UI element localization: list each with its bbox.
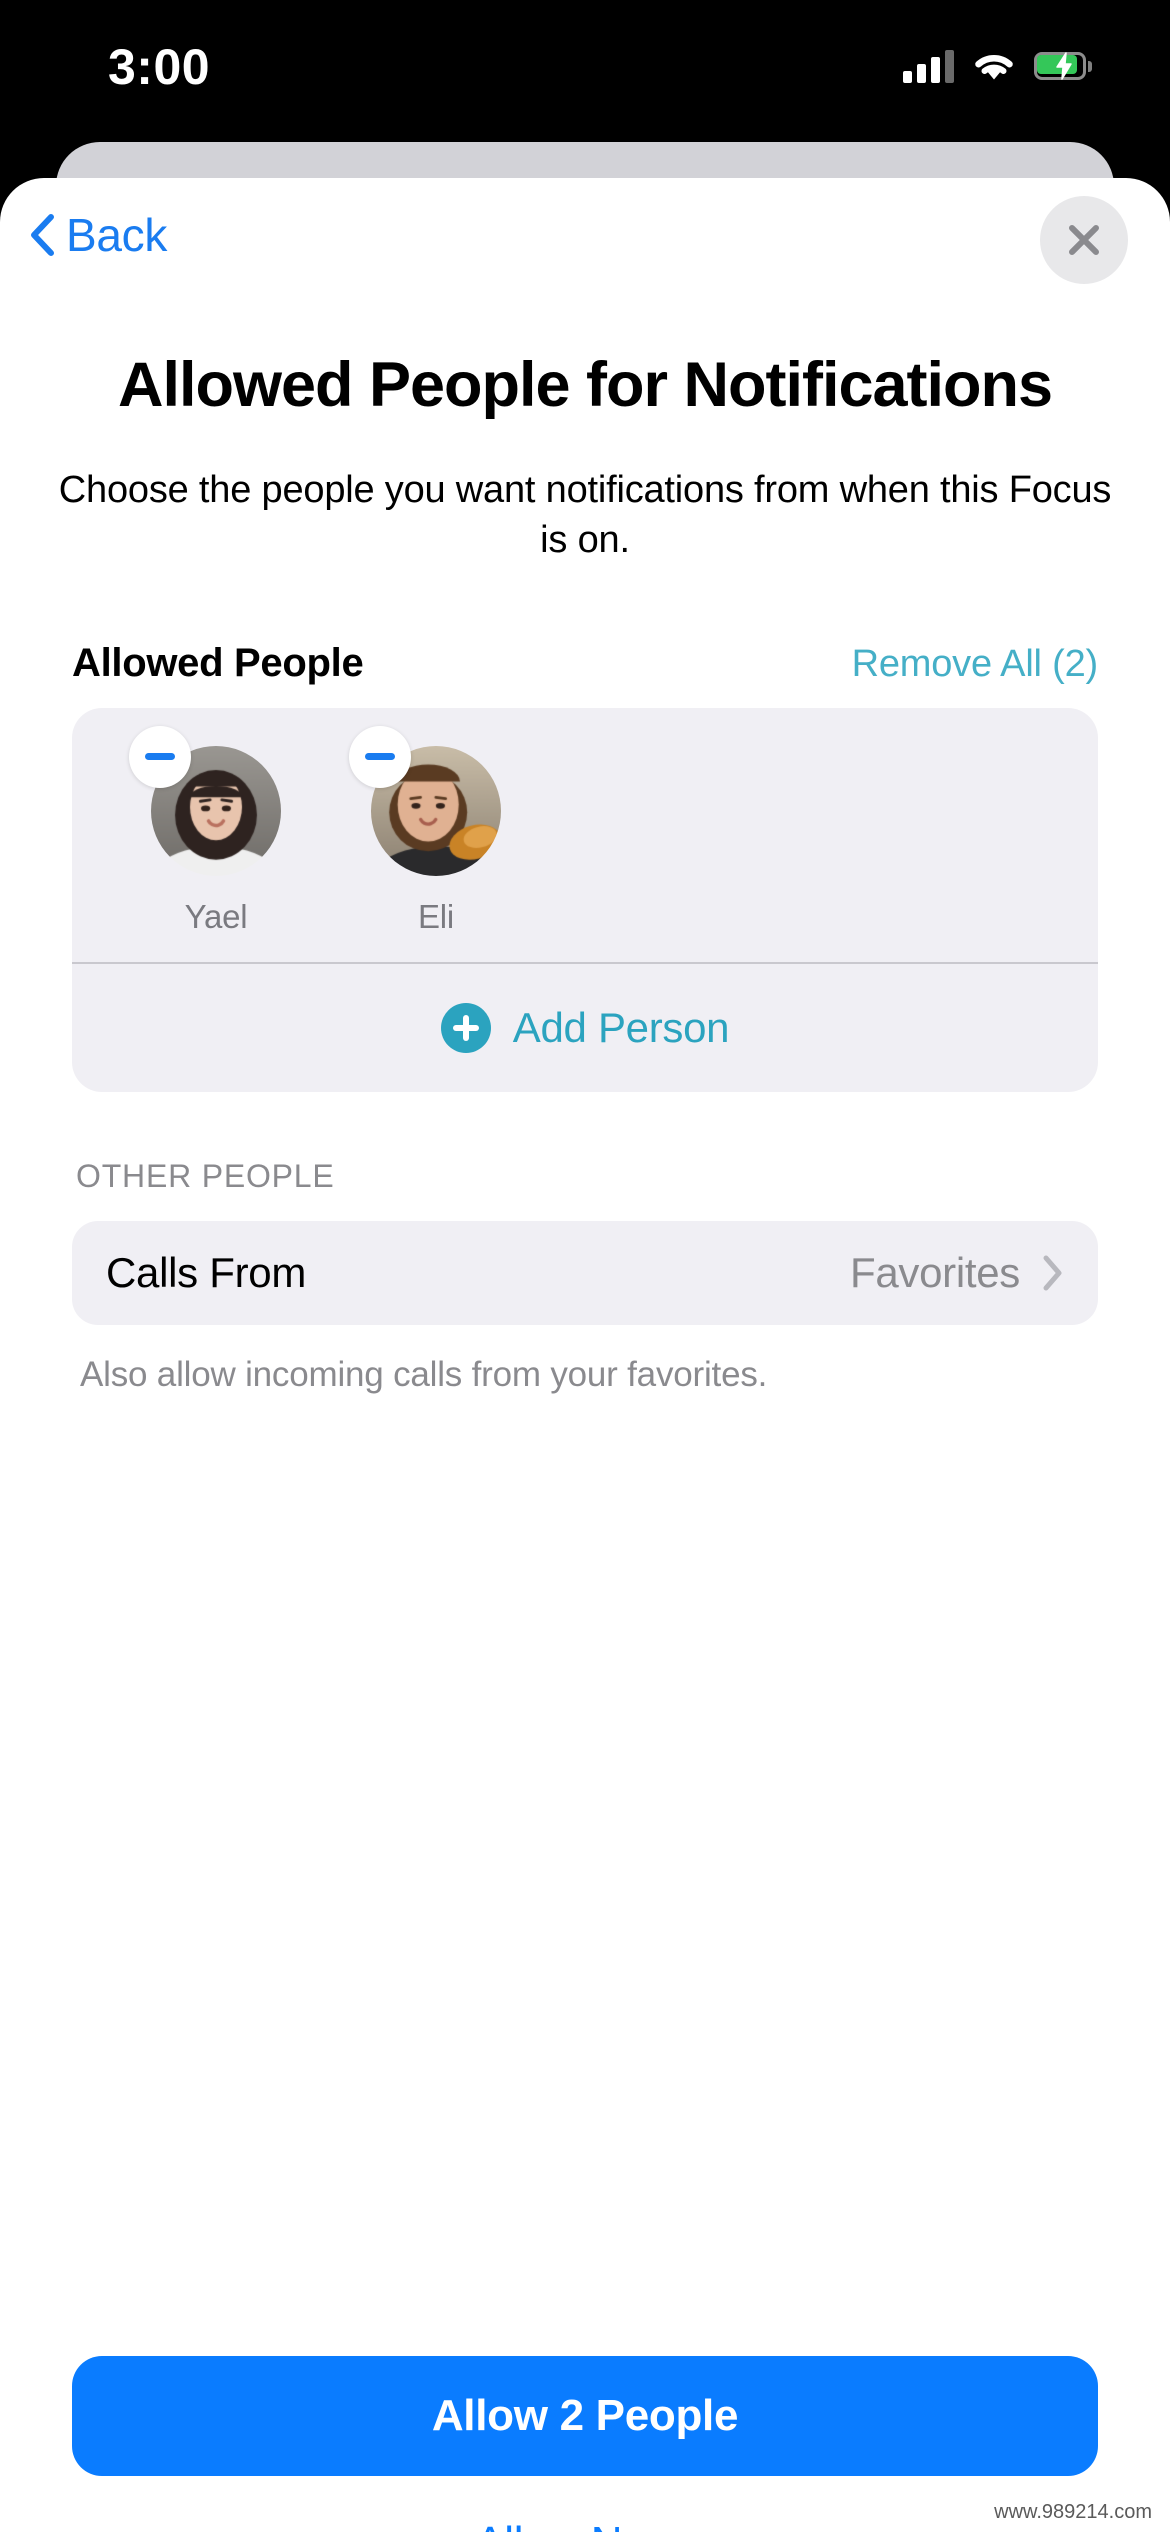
list-item[interactable]: Eli xyxy=(349,725,518,936)
chevron-right-icon xyxy=(1043,1255,1062,1291)
avatar-wrapper xyxy=(349,725,501,876)
navigation-bar: Back xyxy=(0,178,1170,298)
allow-people-label: Allow 2 People xyxy=(431,2391,739,2440)
status-bar: 3:00 xyxy=(0,0,1170,140)
page-subtitle: Choose the people you want notifications… xyxy=(58,468,1112,561)
person-name: Yael xyxy=(184,897,248,935)
back-button[interactable]: Back xyxy=(28,208,167,262)
chevron-left-icon xyxy=(31,214,54,256)
watermark: www.989214.com xyxy=(994,2501,1152,2523)
person-name: Eli xyxy=(417,897,455,935)
page-title: Allowed People for Notifications xyxy=(117,350,1053,420)
add-person-button[interactable]: Add Person xyxy=(72,964,1098,1092)
calls-from-row[interactable]: Calls From Favorites xyxy=(72,1220,1098,1325)
plus-circle-icon xyxy=(440,1002,491,1053)
allowed-people-header: Allowed People Remove All (2) xyxy=(0,641,1170,686)
list-item[interactable]: Yael xyxy=(129,725,298,936)
wifi-icon xyxy=(972,49,1016,83)
status-bar-time: 3:00 xyxy=(108,39,211,95)
minus-circle-icon[interactable] xyxy=(129,725,191,788)
cellular-bars-icon xyxy=(903,49,954,83)
close-button[interactable] xyxy=(1040,196,1128,284)
allowed-people-card: Yael Eli Add Person xyxy=(72,707,1098,1092)
calls-from-label: Calls From xyxy=(106,1248,307,1296)
avatar-wrapper xyxy=(129,725,281,876)
people-list: Yael Eli xyxy=(72,708,1098,962)
remove-all-button[interactable]: Remove All (2) xyxy=(852,643,1099,686)
minus-circle-icon[interactable] xyxy=(349,725,411,788)
close-x-icon xyxy=(1069,225,1099,255)
add-person-label: Add Person xyxy=(512,1003,730,1051)
allowed-people-label: Allowed People xyxy=(72,640,364,685)
other-people-note: Also allow incoming calls from your favo… xyxy=(80,1354,768,1394)
calls-from-value: Favorites xyxy=(849,1248,1020,1296)
modal-sheet: Back Allowed People for Notifications Ch… xyxy=(0,178,1170,2532)
battery-charging-icon xyxy=(1034,52,1092,80)
other-people-group-header: OTHER PEOPLE xyxy=(76,1157,335,1194)
allow-people-button[interactable]: Allow 2 People xyxy=(72,2356,1098,2476)
status-bar-indicators xyxy=(903,44,1092,88)
back-button-label: Back xyxy=(66,209,168,261)
phone-screen: 3:00 Back Allowed People for Notificatio… xyxy=(0,0,1170,2532)
